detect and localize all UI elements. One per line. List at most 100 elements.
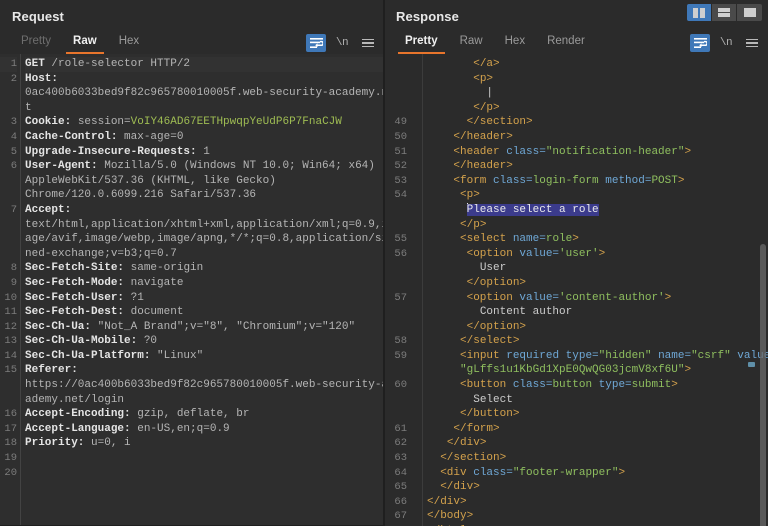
code-line[interactable]: Sec-Ch-Ua-Mobile: ?0	[25, 334, 384, 349]
code-line[interactable]: Accept:	[25, 203, 384, 218]
code-line[interactable]: </header>	[427, 159, 768, 174]
code-line[interactable]: </option>	[427, 276, 768, 291]
request-code-text[interactable]: GET /role-selector HTTP/2 Host: 0ac400b603…	[21, 54, 384, 526]
code-line[interactable]: Upgrade-Insecure-Requests: 1	[25, 145, 384, 160]
code-line[interactable]: t	[25, 101, 384, 116]
code-line[interactable]: |	[427, 86, 768, 101]
code-token: age/avif,image/webp,image/apng,*/*;q=0.8…	[25, 233, 384, 246]
code-line[interactable]: <option value='user'>	[427, 247, 768, 262]
newline-icon[interactable]: \n	[332, 34, 352, 52]
word-wrap-icon[interactable]	[690, 34, 710, 52]
request-code-area[interactable]: 1 2 3 4 5 6 7 8 9 10 11 12 13 14 15 16 17 18 19 20 GET /rol…	[0, 54, 384, 526]
layout-single-pane-button[interactable]	[737, 4, 762, 21]
code-line[interactable]: Referer:	[25, 363, 384, 378]
response-tab-pretty[interactable]: Pretty	[394, 35, 449, 54]
code-line[interactable]: Cookie: session=VoIY46AD67EETHpwqpYeUdP6…	[25, 115, 384, 130]
response-tab-raw[interactable]: Raw	[449, 35, 494, 54]
word-wrap-icon[interactable]	[306, 34, 326, 52]
response-tab-render[interactable]: Render	[536, 35, 596, 54]
code-line[interactable]: Priority: u=0, i	[25, 436, 384, 451]
response-code-text[interactable]: </a> <p> | </p> </section> </header> <he…	[423, 54, 768, 526]
code-line[interactable]: 0ac400b6033bed9f82c965780010005f.web-sec…	[25, 86, 384, 101]
code-line[interactable]: <p>	[427, 72, 768, 87]
code-line[interactable]: Accept-Language: en-US,en;q=0.9	[25, 422, 384, 437]
response-tab-hex[interactable]: Hex	[494, 35, 536, 54]
code-line[interactable]: Sec-Ch-Ua-Platform: "Linux"	[25, 349, 384, 364]
code-line[interactable]: Select	[427, 393, 768, 408]
code-line[interactable]: text/html,application/xhtml+xml,applicat…	[25, 218, 384, 233]
code-line[interactable]: Cache-Control: max-age=0	[25, 130, 384, 145]
code-line[interactable]: </div>	[427, 436, 768, 451]
code-line[interactable]: <form class=login-form method=POST>	[427, 174, 768, 189]
code-line[interactable]: <button class=button type=submit>	[427, 378, 768, 393]
code-line[interactable]: GET /role-selector HTTP/2	[25, 57, 384, 72]
code-line[interactable]: Content author	[427, 305, 768, 320]
code-line[interactable]: </p>	[427, 101, 768, 116]
code-line[interactable]: </form>	[427, 422, 768, 437]
code-line[interactable]: </a>	[427, 57, 768, 72]
request-tools: \n	[306, 34, 378, 52]
code-line[interactable]	[25, 451, 384, 466]
code-line[interactable]: <input required type="hidden" name="csrf…	[427, 349, 768, 364]
code-line[interactable]: Chrome/120.0.6099.216 Safari/537.36	[25, 188, 384, 203]
code-line[interactable]: <option value='content-author'>	[427, 291, 768, 306]
code-line[interactable]: </p>	[427, 218, 768, 233]
code-line[interactable]	[25, 466, 384, 481]
code-line[interactable]: </div>	[427, 480, 768, 495]
code-line[interactable]: ned-exchange;v=b3;q=0.7	[25, 247, 384, 262]
code-line[interactable]: Sec-Fetch-User: ?1	[25, 291, 384, 306]
code-line[interactable]: </section>	[427, 451, 768, 466]
code-line[interactable]: <div class="footer-wrapper">	[427, 466, 768, 481]
code-line[interactable]: </button>	[427, 407, 768, 422]
panel-splitter[interactable]	[383, 0, 385, 526]
code-line[interactable]: Host:	[25, 72, 384, 87]
code-line[interactable]: </select>	[427, 334, 768, 349]
response-code-area[interactable]: 4950515253545556575859606162636465666768…	[384, 54, 768, 526]
code-line[interactable]: AppleWebKit/537.36 (KHTML, like Gecko)	[25, 174, 384, 189]
code-line[interactable]: https://0ac400b6033bed9f82c965780010005f…	[25, 378, 384, 393]
code-line[interactable]: <select name=role>	[427, 232, 768, 247]
code-line[interactable]: Sec-Fetch-Dest: document	[25, 305, 384, 320]
line-number: 13	[4, 335, 17, 348]
code-line[interactable]: ademy.net/login	[25, 393, 384, 408]
code-line[interactable]: User-Agent: Mozilla/5.0 (Windows NT 10.0…	[25, 159, 384, 174]
code-line[interactable]: User	[427, 261, 768, 276]
code-line[interactable]: </body>	[427, 509, 768, 524]
code-line[interactable]: Sec-Fetch-Mode: navigate	[25, 276, 384, 291]
code-line[interactable]: <header class="notification-header">	[427, 145, 768, 160]
code-token: required type=	[506, 349, 599, 362]
layout-stacked-button[interactable]	[712, 4, 737, 21]
newline-icon[interactable]: \n	[716, 34, 736, 52]
code-line[interactable]: age/avif,image/webp,image/apng,*/*;q=0.8…	[25, 232, 384, 247]
code-line[interactable]: Sec-Ch-Ua: "Not_A Brand";v="8", "Chromiu…	[25, 320, 384, 335]
line-number: 19	[4, 452, 17, 465]
code-line[interactable]: Accept-Encoding: gzip, deflate, br	[25, 407, 384, 422]
request-tab-pretty[interactable]: Pretty	[10, 35, 62, 54]
code-line[interactable]: <p>	[427, 188, 768, 203]
request-tab-raw[interactable]: Raw	[62, 35, 108, 54]
line-number: 57	[394, 291, 407, 304]
line-number	[384, 72, 407, 87]
layout-side-by-side-button[interactable]	[687, 4, 712, 21]
code-line[interactable]: Sec-Fetch-Site: same-origin	[25, 261, 384, 276]
code-line[interactable]: </option>	[427, 320, 768, 335]
single-pane-icon	[743, 8, 756, 17]
code-line[interactable]: Please select a role	[427, 202, 768, 218]
code-token: <header	[453, 145, 507, 158]
request-tab-hex[interactable]: Hex	[108, 35, 150, 54]
code-line[interactable]: "gLffs1u1KbGd1XpE0QwQG03jcmV8xf6U">	[427, 363, 768, 378]
menu-icon[interactable]	[742, 34, 762, 52]
menu-icon[interactable]	[358, 34, 378, 52]
code-line[interactable]: </section>	[427, 115, 768, 130]
code-line[interactable]: </header>	[427, 130, 768, 145]
code-token: </p>	[473, 101, 500, 114]
response-fold-gutter[interactable]	[411, 54, 423, 526]
code-token: "notification-header"	[545, 145, 685, 158]
line-number	[384, 101, 407, 116]
code-line[interactable]: </div>	[427, 495, 768, 510]
vertical-scrollbar[interactable]	[760, 244, 766, 526]
line-number	[0, 378, 17, 393]
